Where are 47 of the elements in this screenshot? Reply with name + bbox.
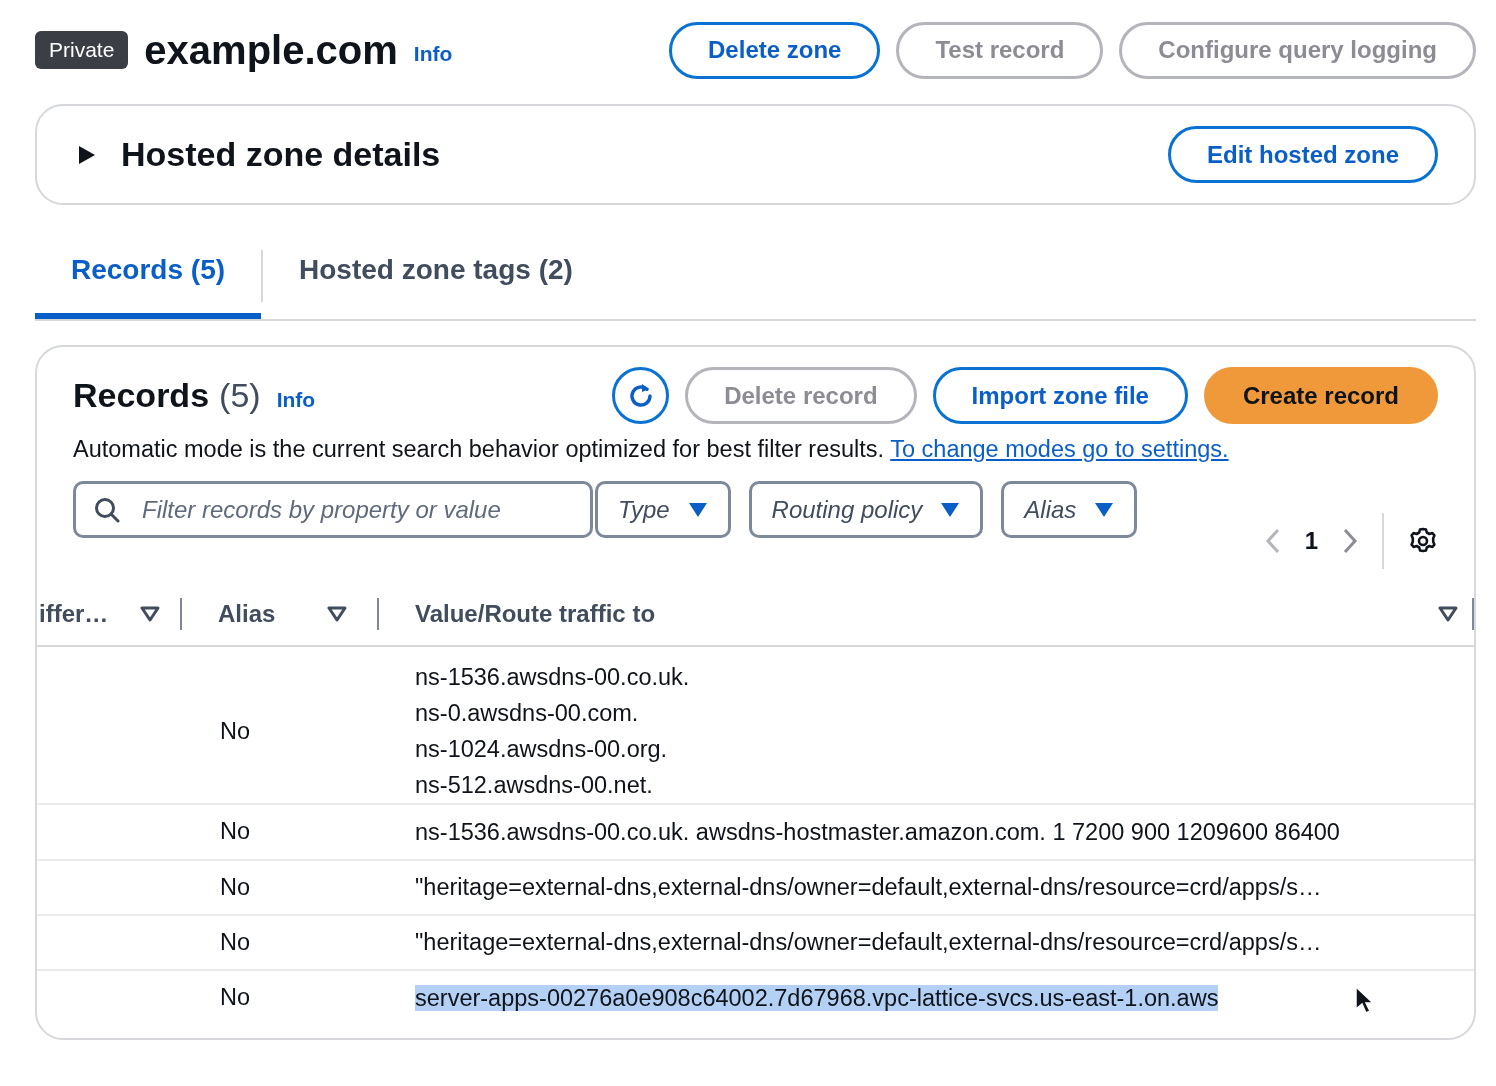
table-cell: ns-0.awsdns-00.com.: [415, 700, 639, 727]
column-header[interactable]: iffer…: [39, 596, 140, 633]
sort-icon[interactable]: [327, 606, 347, 623]
notice-text: Automatic mode is the current search behavior optimized for best filter results. To change modes go to settings.: [72, 435, 1230, 464]
tab[interactable]: Records (5): [35, 241, 262, 319]
page-number[interactable]: 1: [1304, 523, 1318, 560]
filter-dropdown[interactable]: Type: [595, 481, 731, 539]
settings-link[interactable]: To change modes go to settings.: [890, 436, 1229, 462]
table-cell: "heritage=external-dns,external-dns/owner=default,external-dns/resource=crd/apps/s…: [415, 929, 1322, 956]
table-cell: ns-1536.awsdns-00.co.uk. awsdns-hostmaster.amazon.com. 1 7200 900 1209600 86400: [415, 818, 1340, 845]
create-button[interactable]: Create record: [1203, 367, 1438, 424]
caret-icon: [940, 501, 961, 518]
table-cell: ns-1536.awsdns-00.co.uk.: [415, 664, 690, 691]
column-header[interactable]: Value/Route traffic to: [415, 596, 1438, 633]
section-title: Records: [73, 375, 210, 416]
column-header[interactable]: Alias: [218, 596, 327, 633]
next-page-icon[interactable]: [1342, 528, 1358, 555]
expand-toggle-icon[interactable]: [77, 144, 97, 165]
action-button[interactable]: Delete zone: [669, 21, 881, 79]
caret-icon: [687, 501, 708, 518]
table-cell-text: No: [219, 983, 252, 1012]
table-cell-text: No: [219, 716, 252, 746]
mouse-cursor-icon: [1354, 985, 1374, 1015]
table-cell: ns-512.awsdns-00.net.: [415, 772, 653, 799]
table-cell: "heritage=external-dns,external-dns/owner=default,external-dns/resource=crd/apps/s…: [415, 874, 1322, 901]
action-button[interactable]: Import zone file: [932, 367, 1188, 424]
table-cell: server-apps-00276a0e908c64002.7d67968.vpc-lattice-svcs.us-east-1.on.aws: [415, 984, 1219, 1011]
zone-title: example.com: [144, 27, 398, 74]
filter-dropdown[interactable]: Alias: [1001, 481, 1138, 539]
zone-type-badge: Private: [35, 31, 129, 69]
info-link[interactable]: Info: [276, 384, 316, 416]
table-cell: ns-1024.awsdns-00.org.: [415, 736, 668, 763]
sort-icon[interactable]: [1438, 606, 1458, 623]
record-count: (5): [219, 375, 261, 416]
table-cell-text: No: [219, 817, 252, 847]
sort-icon[interactable]: [140, 606, 160, 623]
search-field[interactable]: Filter records by property or value: [73, 481, 593, 539]
caret-icon: [1094, 501, 1115, 518]
refresh-button[interactable]: [612, 367, 670, 424]
section-title: Hosted zone details: [121, 134, 441, 175]
table-cell-text: No: [219, 872, 252, 902]
table-cell-text: No: [219, 927, 252, 957]
search-icon: [94, 497, 120, 524]
edit-button[interactable]: Edit hosted zone: [1168, 126, 1438, 183]
info-link[interactable]: Info: [413, 38, 453, 70]
tab[interactable]: Hosted zone tags (2): [263, 241, 609, 319]
filter-dropdown[interactable]: Routing policy: [748, 481, 984, 539]
